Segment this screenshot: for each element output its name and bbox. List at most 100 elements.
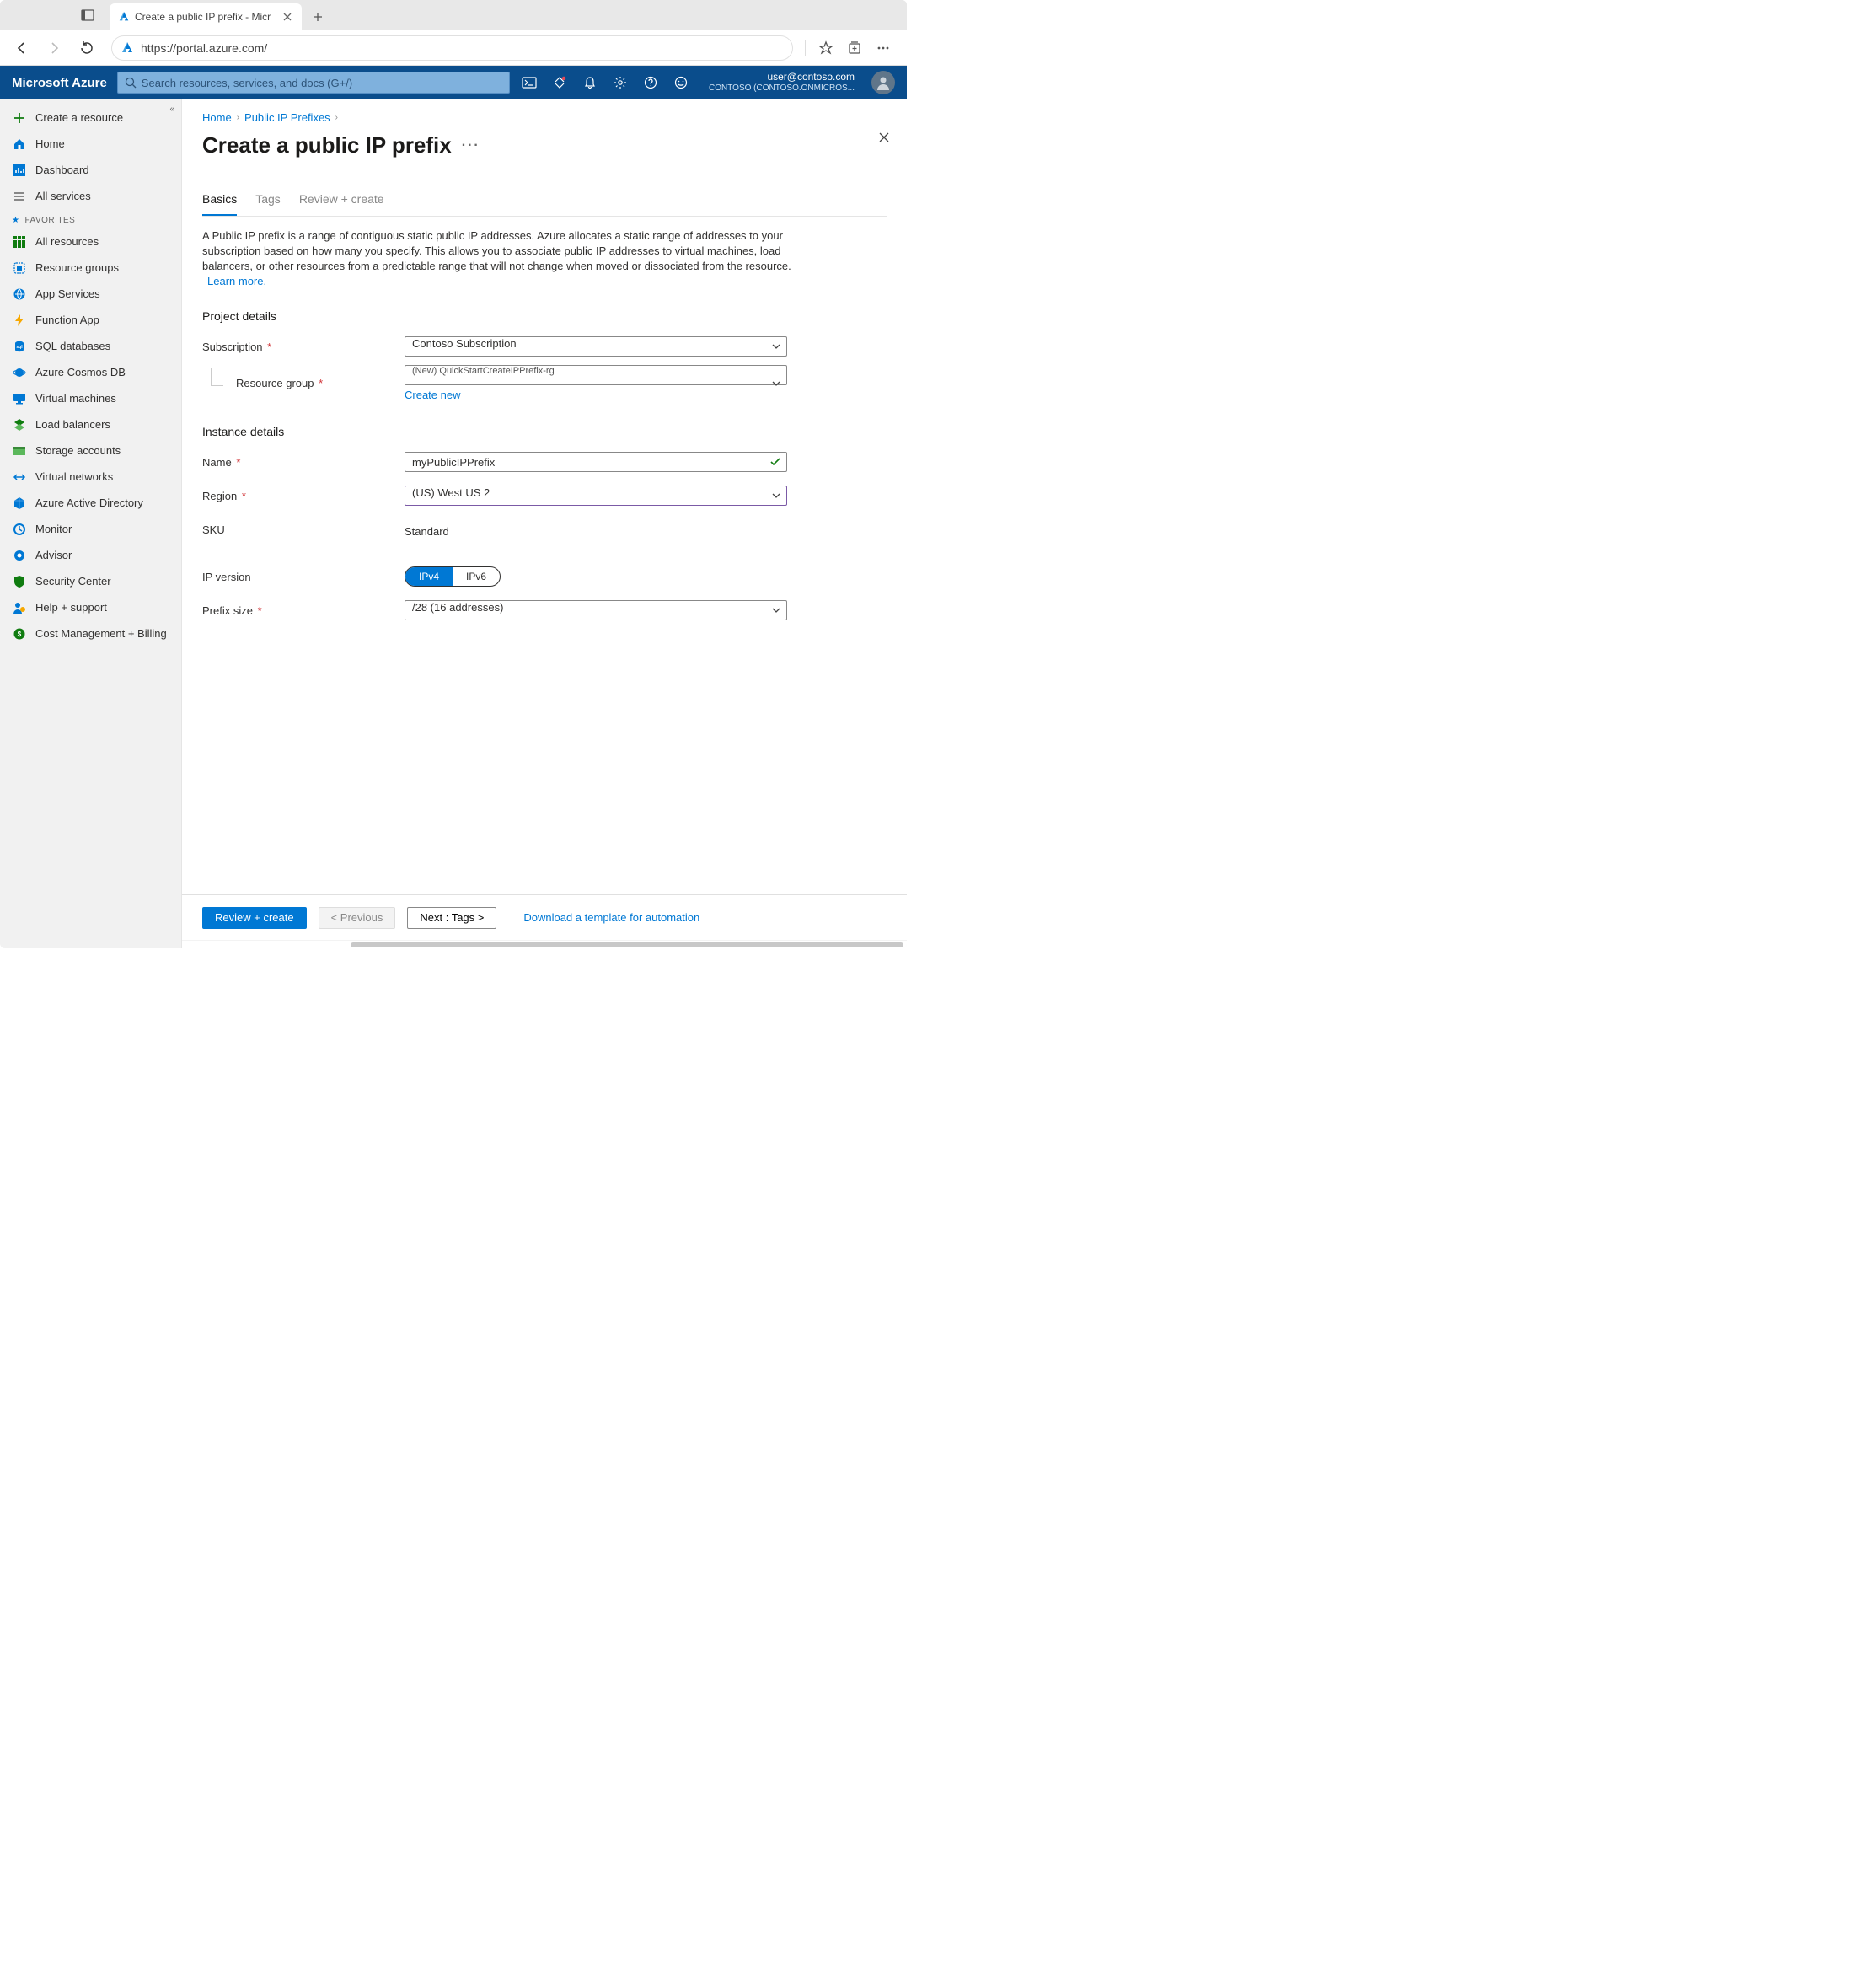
tab-actions-icon[interactable] <box>80 8 95 23</box>
sidebar-cosmos[interactable]: Azure Cosmos DB <box>0 359 181 385</box>
label-name: Name * <box>202 456 405 469</box>
section-project-details: Project details <box>202 309 887 323</box>
settings-icon[interactable] <box>613 75 628 90</box>
svg-text:$: $ <box>18 631 22 638</box>
review-create-button[interactable]: Review + create <box>202 907 307 929</box>
validation-check-icon <box>770 458 780 466</box>
ip-version-toggle: IPv4 IPv6 <box>405 566 501 587</box>
sidebar-create-resource[interactable]: Create a resource <box>0 105 181 131</box>
sidebar-dashboard[interactable]: Dashboard <box>0 157 181 183</box>
tab-review[interactable]: Review + create <box>299 187 384 216</box>
avatar[interactable] <box>871 71 895 94</box>
url-input[interactable] <box>141 41 784 55</box>
breadcrumb-prefixes[interactable]: Public IP Prefixes <box>244 111 330 124</box>
label-subscription: Subscription * <box>202 341 405 353</box>
horizontal-scrollbar[interactable] <box>182 940 907 948</box>
ipv6-option[interactable]: IPv6 <box>453 567 500 586</box>
browser-tab[interactable]: Create a public IP prefix - Micr <box>110 3 302 30</box>
sidebar-lb[interactable]: Load balancers <box>0 411 181 437</box>
advisor-icon <box>12 548 27 563</box>
create-new-rg-link[interactable]: Create new <box>405 389 460 401</box>
help-icon[interactable] <box>643 75 658 90</box>
ipv4-option[interactable]: IPv4 <box>405 567 453 586</box>
grid-icon <box>12 234 27 250</box>
subscription-select[interactable]: Contoso Subscription <box>405 336 787 357</box>
sql-icon: sql <box>12 339 27 354</box>
notifications-icon[interactable] <box>582 75 598 90</box>
label-resource-group: Resource group * <box>202 377 405 389</box>
form-tabs: Basics Tags Review + create <box>202 187 887 217</box>
address-bar[interactable] <box>111 35 793 61</box>
resource-group-select[interactable]: (New) QuickStartCreateIPPrefix-rg <box>405 365 787 385</box>
collapse-sidebar-icon[interactable]: « <box>169 105 174 114</box>
azure-brand[interactable]: Microsoft Azure <box>12 76 107 90</box>
name-input[interactable] <box>405 452 787 472</box>
label-prefix-size: Prefix size * <box>202 604 405 617</box>
tab-close-icon[interactable] <box>281 11 293 23</box>
sidebar-resource-groups[interactable]: Resource groups <box>0 255 181 281</box>
sidebar-cost[interactable]: $Cost Management + Billing <box>0 620 181 647</box>
sidebar-advisor[interactable]: Advisor <box>0 542 181 568</box>
feedback-icon[interactable] <box>673 75 689 90</box>
tab-basics[interactable]: Basics <box>202 187 237 216</box>
sidebar-app-services[interactable]: App Services <box>0 281 181 307</box>
user-info[interactable]: user@contoso.com CONTOSO (CONTOSO.ONMICR… <box>709 71 855 94</box>
sidebar-security[interactable]: Security Center <box>0 568 181 594</box>
favorites-header: ★FAVORITES <box>0 209 181 228</box>
back-button[interactable] <box>8 35 35 62</box>
lb-icon <box>12 417 27 432</box>
label-sku: SKU <box>202 523 405 536</box>
monitor-icon <box>12 522 27 537</box>
sidebar-vnet[interactable]: Virtual networks <box>0 464 181 490</box>
cost-icon: $ <box>12 626 27 641</box>
separator <box>805 40 806 56</box>
cosmos-icon <box>12 365 27 380</box>
sidebar-sql[interactable]: sqlSQL databases <box>0 333 181 359</box>
close-blade-icon[interactable] <box>878 131 890 143</box>
sidebar-function-app[interactable]: Function App <box>0 307 181 333</box>
prefix-size-select[interactable]: /28 (16 addresses) <box>405 600 787 620</box>
resource-group-icon <box>12 260 27 276</box>
form-footer: Review + create < Previous Next : Tags >… <box>182 894 907 940</box>
label-region: Region * <box>202 490 405 502</box>
user-email: user@contoso.com <box>709 71 855 83</box>
region-select[interactable]: (US) West US 2 <box>405 486 787 506</box>
sidebar-storage[interactable]: Storage accounts <box>0 437 181 464</box>
list-icon <box>12 189 27 204</box>
storage-icon <box>12 443 27 459</box>
sidebar-home[interactable]: Home <box>0 131 181 157</box>
azure-search[interactable] <box>117 72 510 94</box>
forward-button[interactable] <box>40 35 67 62</box>
azure-search-input[interactable] <box>142 77 502 89</box>
tab-tags[interactable]: Tags <box>255 187 281 216</box>
breadcrumb-home[interactable]: Home <box>202 111 232 124</box>
next-button[interactable]: Next : Tags > <box>407 907 496 929</box>
section-instance-details: Instance details <box>202 425 887 438</box>
learn-more-link[interactable]: Learn more. <box>207 275 266 287</box>
download-template-link[interactable]: Download a template for automation <box>523 911 699 924</box>
new-tab-button[interactable] <box>305 4 330 30</box>
site-identity-icon <box>121 41 134 55</box>
directories-icon[interactable] <box>552 75 567 90</box>
label-ip-version: IP version <box>202 571 405 583</box>
cloud-shell-icon[interactable] <box>522 75 537 90</box>
sidebar-all-resources[interactable]: All resources <box>0 228 181 255</box>
sku-value: Standard <box>405 522 787 538</box>
favorites-icon[interactable] <box>817 40 834 56</box>
search-icon <box>125 77 137 89</box>
sidebar-monitor[interactable]: Monitor <box>0 516 181 542</box>
refresh-button[interactable] <box>72 35 99 62</box>
azure-favicon <box>118 11 130 23</box>
sidebar-help[interactable]: Help + support <box>0 594 181 620</box>
sidebar-all-services[interactable]: All services <box>0 183 181 209</box>
more-actions-icon[interactable]: ··· <box>462 138 480 153</box>
previous-button[interactable]: < Previous <box>319 907 396 929</box>
vm-icon <box>12 391 27 406</box>
sidebar-vms[interactable]: Virtual machines <box>0 385 181 411</box>
person-help-icon <box>12 600 27 615</box>
collections-icon[interactable] <box>846 40 863 56</box>
chevron-right-icon: › <box>335 113 338 122</box>
sidebar-aad[interactable]: Azure Active Directory <box>0 490 181 516</box>
browser-menu-icon[interactable] <box>875 40 892 56</box>
dashboard-icon <box>12 163 27 178</box>
